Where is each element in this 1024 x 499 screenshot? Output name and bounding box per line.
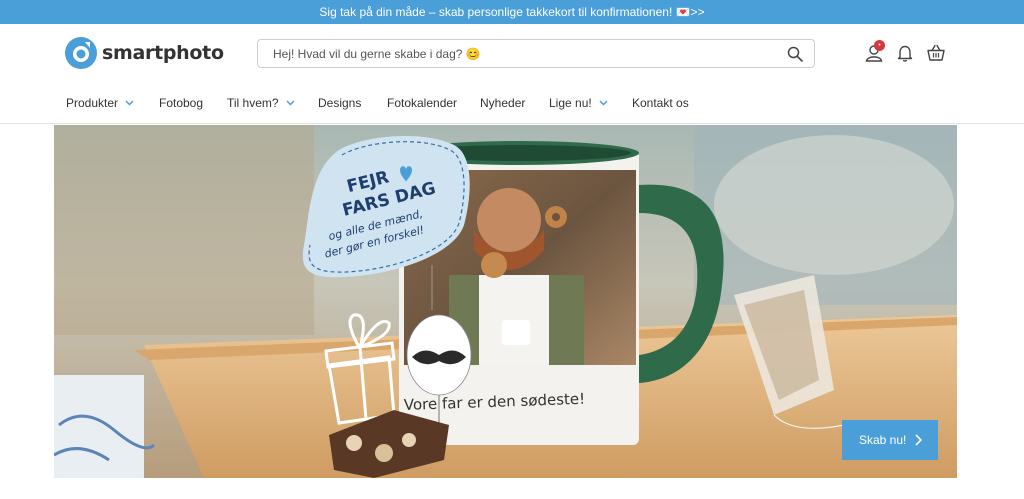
logo-text: smartphoto xyxy=(102,42,224,64)
nav-item-label: Nyheder xyxy=(480,96,526,110)
nav-item-label: Fotokalender xyxy=(387,96,458,110)
nav-item-kontakt-os[interactable]: Kontakt os xyxy=(632,96,689,110)
search-input[interactable]: Hej! Hvad vil du gerne skabe i dag? 😊 xyxy=(257,39,815,68)
chevron-down-icon xyxy=(125,100,134,106)
nav-item-designs[interactable]: Designs xyxy=(318,96,361,110)
account-badge: • xyxy=(874,40,885,51)
nav-item-nyheder[interactable]: Nyheder xyxy=(480,96,525,110)
main-nav: Produkter Fotobog Til hvem? Designs Foto… xyxy=(0,86,1024,124)
bell-icon[interactable] xyxy=(895,43,915,63)
nav-item-produkter[interactable]: Produkter xyxy=(66,96,134,110)
site-header: smartphoto Hej! Hvad vil du gerne skabe … xyxy=(0,24,1024,82)
search-placeholder: Hej! Hvad vil du gerne skabe i dag? 😊 xyxy=(273,46,481,61)
nav-item-fotobog[interactable]: Fotobog xyxy=(159,96,203,110)
create-now-button[interactable]: Skab nu! xyxy=(842,420,938,460)
nav-item-label: Fotobog xyxy=(159,96,204,110)
chevron-down-icon xyxy=(599,100,608,106)
search-icon[interactable] xyxy=(787,46,803,62)
nav-item-lige-nu[interactable]: Lige nu! xyxy=(549,96,608,110)
create-now-label: Skab nu! xyxy=(859,433,907,447)
nav-item-label: Lige nu! xyxy=(549,96,592,110)
chevron-down-icon xyxy=(286,100,295,106)
nav-item-fotokalender[interactable]: Fotokalender xyxy=(387,96,457,110)
promo-text[interactable]: Sig tak på din måde – skab personlige ta… xyxy=(319,5,704,19)
basket-icon[interactable] xyxy=(926,43,946,63)
nav-item-label: Produkter xyxy=(66,96,119,110)
nav-item-label: Designs xyxy=(318,96,362,110)
nav-item-til-hvem[interactable]: Til hvem? xyxy=(227,96,295,110)
logo[interactable]: smartphoto xyxy=(64,36,224,70)
promo-banner[interactable]: Sig tak på din måde – skab personlige ta… xyxy=(0,0,1024,24)
hero-image: Vore far er den sødeste! FEJR FARS DAG o… xyxy=(54,125,957,478)
nav-item-label: Kontakt os xyxy=(632,96,689,110)
logo-mark-icon xyxy=(65,37,97,69)
nav-item-label: Til hvem? xyxy=(227,96,279,110)
chevron-right-icon xyxy=(915,434,922,446)
hero-banner[interactable]: Vore far er den sødeste! FEJR FARS DAG o… xyxy=(54,125,957,478)
